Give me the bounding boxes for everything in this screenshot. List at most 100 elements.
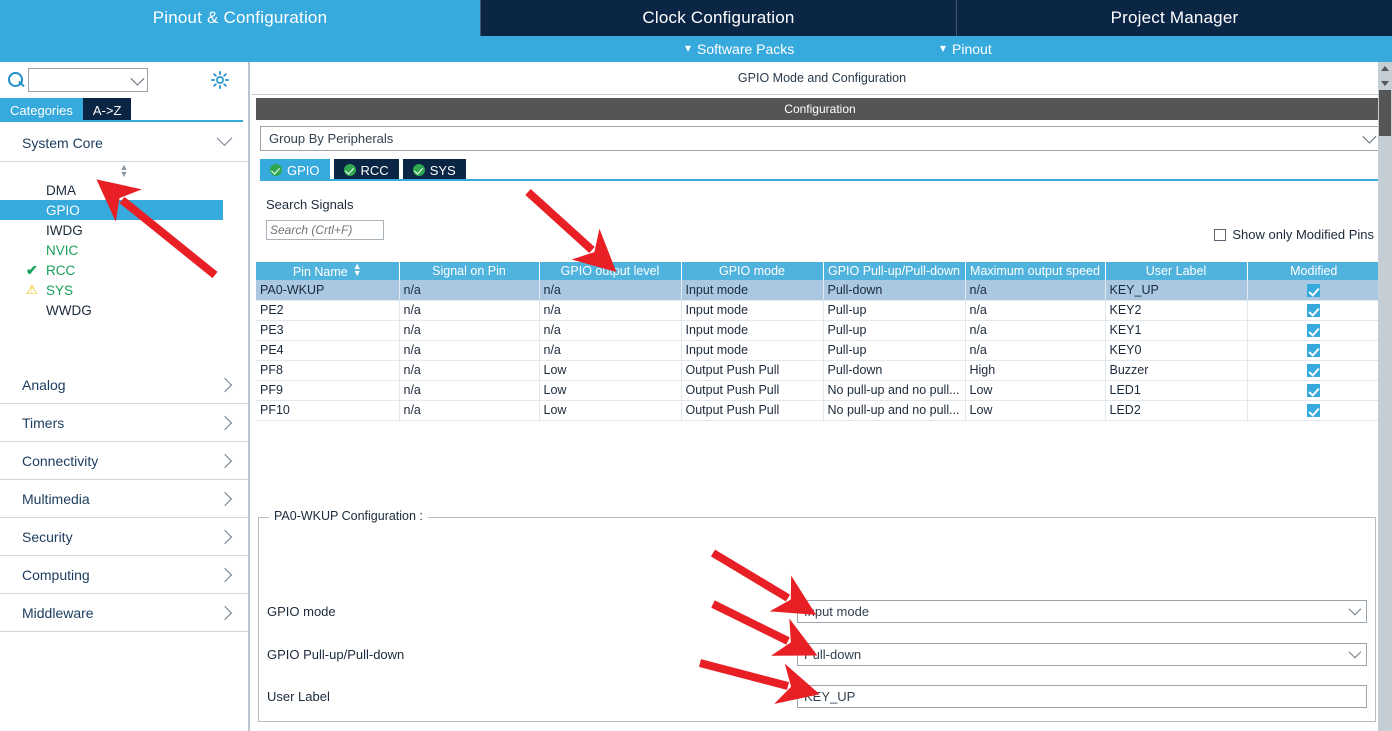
configuration-header: Configuration [256,98,1384,120]
column-header-user-label[interactable]: User Label [1105,262,1248,280]
tab-categories[interactable]: Categories [0,98,83,122]
show-only-modified-pins-row[interactable]: Show only Modified Pins [1214,227,1374,242]
column-header-gpio-pull[interactable]: GPIO Pull-up/Pull-down [823,262,966,280]
sidebar-item-iwdg[interactable]: IWDG [0,220,248,240]
group-by-peripherals-dropdown[interactable]: Group By Peripherals [260,126,1382,151]
gpio-mode-header: GPIO Mode and Configuration [252,62,1392,95]
cell-modified[interactable] [1247,340,1381,361]
sidebar-group-header-analog[interactable]: Analog [0,366,248,404]
warning-triangle-icon: ⚠ [26,282,38,297]
cell-max-speed: n/a [965,300,1106,321]
cell-modified[interactable] [1247,300,1381,321]
sidebar-search-row [0,62,248,94]
sidebar-item-rcc[interactable]: ✔ RCC [0,260,248,280]
sidebar-group-header-timers[interactable]: Timers [0,404,248,442]
cell-gpio-mode: Output Push Pull [681,360,824,381]
modified-checkbox[interactable] [1307,404,1320,418]
check-circle-icon [412,164,425,176]
cell-modified[interactable] [1247,380,1381,401]
user-label-input[interactable]: KEY_UP [797,684,1367,708]
check-circle-icon [270,164,282,176]
sidebar-item-label: SYS [46,282,74,298]
show-only-modified-pins-checkbox[interactable] [1214,228,1227,241]
sidebar-group-label: Computing [22,566,90,583]
modified-checkbox[interactable] [1307,384,1320,398]
table-row[interactable]: PE3 n/a n/a Input mode Pull-up n/a KEY1 [256,320,1381,341]
cell-pin-name: PA0-WKUP [256,280,400,301]
scroll-up-button[interactable] [1378,62,1392,76]
sidebar-group-header-security[interactable]: Security [0,518,248,556]
tab-sys[interactable]: SYS [402,159,466,181]
gpio-mode-dropdown[interactable]: Input mode [797,599,1367,623]
triangle-up-icon [1381,66,1389,71]
scroll-up-down-icon[interactable]: ▲ ▼ [0,162,248,180]
tab-project-manager[interactable]: Project Manager [956,0,1392,36]
table-row[interactable]: PF9 n/a Low Output Push Pull No pull-up … [256,380,1381,401]
table-row[interactable]: PA0-WKUP n/a n/a Input mode Pull-down n/… [256,280,1381,301]
tab-clock-configuration[interactable]: Clock Configuration [480,0,956,36]
sidebar-group-label: Middleware [22,604,94,621]
sidebar-item-sys[interactable]: ⚠ SYS [0,280,248,300]
cell-max-speed: n/a [965,280,1106,301]
cell-gpio-mode: Output Push Pull [681,400,824,421]
cell-pin-name: PE3 [256,320,400,341]
search-signals-box[interactable] [266,220,384,240]
cell-modified[interactable] [1247,320,1381,341]
cell-pin-name: PE2 [256,300,400,321]
triangle-down-icon [1381,81,1389,86]
column-header-pin-name[interactable]: Pin Name ▲ ▼ [256,262,400,280]
modified-checkbox[interactable] [1307,283,1320,297]
cell-pin-name: PF8 [256,360,400,381]
vertical-scrollbar[interactable] [1378,62,1392,731]
search-signals-input[interactable] [267,221,381,239]
cell-max-speed: n/a [965,340,1106,361]
cell-modified[interactable] [1247,360,1381,381]
menu-software-packs[interactable]: ▾ Software Packs [685,36,794,62]
cell-gpio-mode: Output Push Pull [681,380,824,401]
tab-a-to-z[interactable]: A->Z [82,98,132,122]
modified-checkbox[interactable] [1307,304,1320,318]
column-header-signal-on-pin[interactable]: Signal on Pin [399,262,540,280]
sidebar-item-gpio[interactable]: GPIO [0,200,223,220]
sidebar-group-header-system-core[interactable]: System Core [0,124,248,162]
gear-icon[interactable] [210,70,230,90]
chevron-down-icon: ▾ [940,41,947,55]
sidebar-item-dma[interactable]: DMA [0,180,248,200]
table-row[interactable]: PF8 n/a Low Output Push Pull Pull-down H… [256,360,1381,381]
sidebar-group-header-connectivity[interactable]: Connectivity [0,442,248,480]
sidebar-group-header-middleware[interactable]: Middleware [0,594,248,632]
sidebar-item-nvic[interactable]: NVIC [0,240,248,260]
scrollbar-thumb[interactable] [1379,90,1391,136]
tab-pinout-configuration[interactable]: Pinout & Configuration [0,0,480,36]
table-row[interactable]: PF10 n/a Low Output Push Pull No pull-up… [256,400,1381,421]
sidebar-group-label: Analog [22,376,66,393]
cell-signal-on-pin: n/a [399,280,540,301]
form-row-gpio-mode: GPIO mode Input mode [267,598,1367,624]
column-header-gpio-mode[interactable]: GPIO mode [681,262,824,280]
column-header-gpio-output-level[interactable]: GPIO output level [539,262,682,280]
menu-pinout[interactable]: ▾ Pinout [940,36,992,62]
modified-checkbox[interactable] [1307,324,1320,338]
column-header-modified[interactable]: Modified [1247,262,1380,280]
cell-pull: Pull-down [823,360,966,381]
show-only-modified-pins-label: Show only Modified Pins [1232,227,1374,242]
sidebar-group-header-computing[interactable]: Computing [0,556,248,594]
sidebar-search-input[interactable] [29,69,125,91]
tab-rcc[interactable]: RCC [333,159,399,181]
table-row[interactable]: PE2 n/a n/a Input mode Pull-up n/a KEY2 [256,300,1381,321]
cell-pull: No pull-up and no pull... [823,380,966,401]
cell-user-label: KEY0 [1105,340,1248,361]
modified-checkbox[interactable] [1307,344,1320,358]
gpio-pull-dropdown[interactable]: Pull-down [797,642,1367,666]
cell-modified[interactable] [1247,280,1381,301]
column-header-max-output-speed[interactable]: Maximum output speed [965,262,1106,280]
tab-gpio[interactable]: GPIO [260,159,330,181]
pin-configuration-legend: PA0-WKUP Configuration : [269,509,428,523]
table-row[interactable]: PE4 n/a n/a Input mode Pull-up n/a KEY0 [256,340,1381,361]
sidebar-item-wwdg[interactable]: WWDG [0,300,248,320]
sidebar-group-header-multimedia[interactable]: Multimedia [0,480,248,518]
modified-checkbox[interactable] [1307,364,1320,378]
cell-modified[interactable] [1247,400,1381,421]
sidebar-search-combo[interactable] [28,68,148,92]
scroll-down-button[interactable] [1378,76,1392,90]
